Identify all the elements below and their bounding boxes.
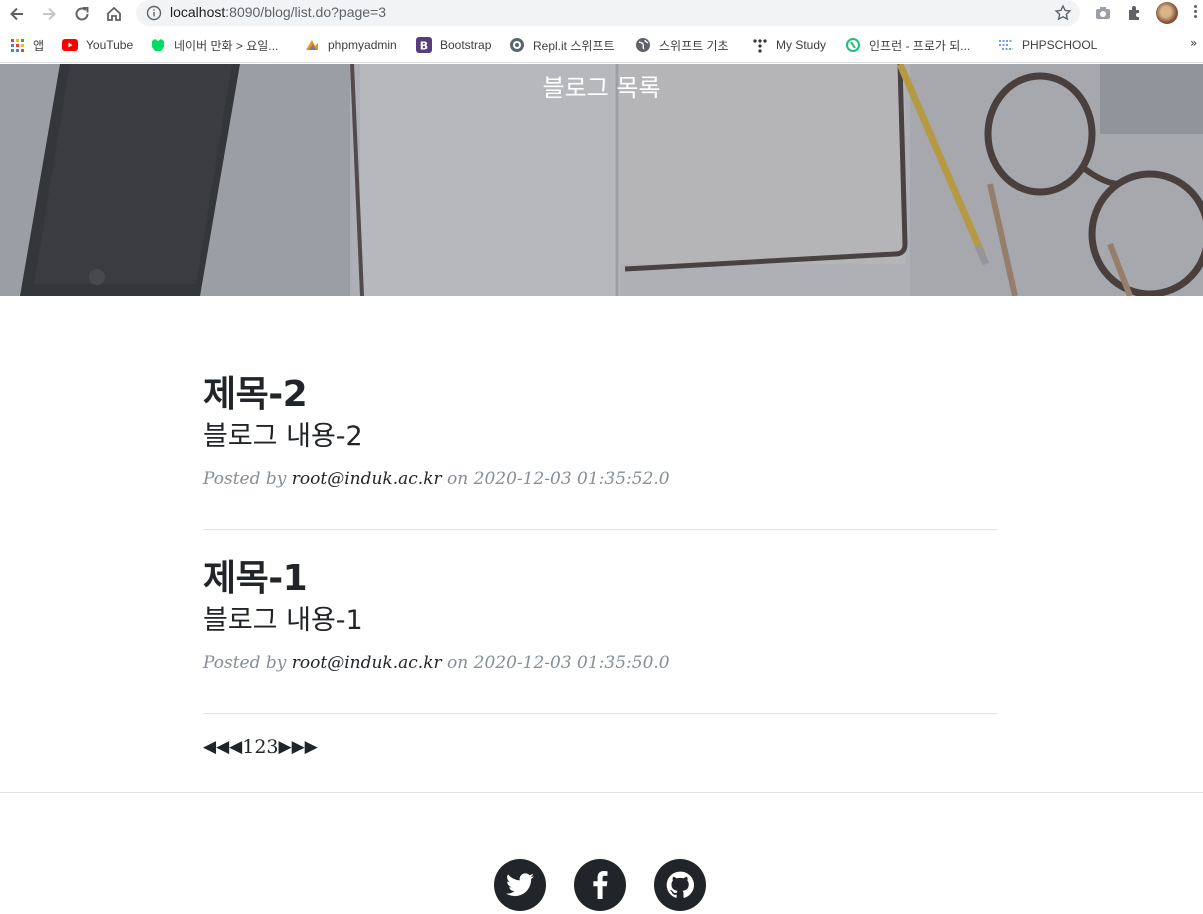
post-title[interactable]: 제목-1 xyxy=(203,558,998,600)
inflearn-icon xyxy=(845,37,861,53)
bookmark-label: 인프런 - 프로가 되... xyxy=(869,38,971,53)
on-label: on xyxy=(447,469,469,489)
post-subtitle[interactable]: 블로그 내용-2 xyxy=(203,420,998,454)
forward-button[interactable] xyxy=(37,2,61,26)
bookmark-label: Repl.it 스위프트 xyxy=(533,38,615,53)
post-preview[interactable]: 제목-2 블로그 내용-2 Posted by root@induk.ac.kr… xyxy=(203,374,998,490)
bookmark-replit[interactable]: Repl.it 스위프트 xyxy=(509,36,615,54)
bookmark-phpmyadmin[interactable]: phpmyadmin xyxy=(304,36,397,54)
url-text: localhost:8090/blog/list.do?page=3 xyxy=(170,4,386,20)
svg-text:B: B xyxy=(420,40,428,53)
phpschool-icon xyxy=(998,37,1014,53)
last-page-button[interactable]: ▶ xyxy=(305,737,318,757)
youtube-icon xyxy=(62,37,78,53)
bootstrap-icon: B xyxy=(416,37,432,53)
back-button[interactable] xyxy=(5,2,29,26)
url-path: :8090/blog/list.do?page=3 xyxy=(225,4,387,20)
bookmark-my-study[interactable]: My Study xyxy=(752,36,826,54)
extensions-puzzle-icon[interactable] xyxy=(1126,4,1144,22)
page-title: 블로그 목록 xyxy=(542,74,661,102)
phpmyadmin-icon xyxy=(304,37,320,53)
post-subtitle[interactable]: 블로그 내용-1 xyxy=(203,604,998,638)
camera-extension-icon[interactable] xyxy=(1094,4,1112,22)
header-hero: 블로그 목록 xyxy=(0,64,1203,296)
posted-by-label: Posted by xyxy=(203,653,287,673)
posted-by-label: Posted by xyxy=(203,469,287,489)
page-link-1[interactable]: 1 xyxy=(242,736,254,758)
replit-icon xyxy=(509,37,525,53)
post-date: 2020-12-03 01:35:52.0 xyxy=(473,469,670,489)
info-icon[interactable] xyxy=(146,5,162,21)
bookmark-inflearn[interactable]: 인프런 - 프로가 되... xyxy=(845,36,970,54)
bookmark-label: 앱 xyxy=(33,38,45,53)
bookmark-label: 네이버 만화 > 요일... xyxy=(174,38,279,53)
bookmark-phpschool[interactable]: PHPSCHOOL xyxy=(998,36,1097,54)
facebook-link[interactable] xyxy=(574,859,626,911)
post-author[interactable]: root@induk.ac.kr xyxy=(292,653,442,673)
bookmark-label: 스위프트 기초 xyxy=(659,38,729,53)
bookmark-naver-webtoon[interactable]: 네이버 만화 > 요일... xyxy=(150,36,278,54)
next-block-button[interactable]: ▶ xyxy=(292,737,305,757)
twitter-link[interactable] xyxy=(494,859,546,911)
post-divider xyxy=(203,529,998,530)
page-link-2[interactable]: 2 xyxy=(254,736,266,758)
bookmark-label: YouTube xyxy=(86,38,134,52)
footer-divider xyxy=(0,792,1203,793)
bookmarks-bar: 앱 YouTube 네이버 만화 > 요일... phpmyadmin B Bo… xyxy=(0,28,1203,63)
page-link-3[interactable]: 3 xyxy=(266,736,278,758)
bookmark-swift-basics[interactable]: 스위프트 기초 xyxy=(635,36,729,54)
github-link[interactable] xyxy=(654,859,706,911)
prev-block-button[interactable]: ◀ xyxy=(216,737,229,757)
post-preview[interactable]: 제목-1 블로그 내용-1 Posted by root@induk.ac.kr… xyxy=(203,558,998,674)
bookmark-label: Bootstrap xyxy=(440,38,492,52)
reload-button[interactable] xyxy=(70,2,94,26)
first-page-button[interactable]: ◀ xyxy=(203,737,216,757)
bookmark-apps[interactable]: 앱 xyxy=(9,36,44,54)
post-date: 2020-12-03 01:35:50.0 xyxy=(473,653,670,673)
prev-page-button[interactable]: ◀ xyxy=(229,737,242,757)
post-title[interactable]: 제목-2 xyxy=(203,374,998,416)
browser-menu-icon[interactable] xyxy=(1194,5,1198,20)
profile-avatar[interactable] xyxy=(1156,2,1178,24)
globe-icon xyxy=(635,37,651,53)
post-author[interactable]: root@induk.ac.kr xyxy=(292,469,442,489)
bookmark-bootstrap[interactable]: B Bootstrap xyxy=(416,36,491,54)
github-icon xyxy=(666,871,694,898)
address-bar[interactable]: localhost:8090/blog/list.do?page=3 xyxy=(136,0,1080,26)
home-icon xyxy=(107,6,121,21)
home-button[interactable] xyxy=(102,2,126,26)
browser-toolbar: localhost:8090/blog/list.do?page=3 xyxy=(0,0,1203,28)
bookmark-label: PHPSCHOOL xyxy=(1022,38,1098,52)
post-meta: Posted by root@induk.ac.kr on 2020-12-03… xyxy=(203,652,998,674)
dots-icon xyxy=(752,37,768,53)
pagination: ◀ ◀ ◀ 1 2 3 ▶ ▶ ▶ xyxy=(203,736,318,758)
facebook-icon xyxy=(593,871,608,899)
bookmark-label: phpmyadmin xyxy=(328,38,397,52)
post-meta: Posted by root@induk.ac.kr on 2020-12-03… xyxy=(203,468,998,490)
naver-webtoon-icon xyxy=(150,37,166,53)
next-page-button[interactable]: ▶ xyxy=(279,737,292,757)
bookmark-label: My Study xyxy=(776,38,827,52)
bookmark-star-icon[interactable] xyxy=(1054,4,1072,22)
reload-icon xyxy=(75,7,89,21)
bookmarks-overflow-button[interactable]: » xyxy=(1190,36,1197,50)
apps-grid-icon xyxy=(9,37,25,53)
twitter-icon xyxy=(506,873,534,897)
bookmark-youtube[interactable]: YouTube xyxy=(62,36,133,54)
post-divider xyxy=(203,713,998,714)
url-host: localhost xyxy=(170,4,226,20)
back-arrow-icon xyxy=(10,7,23,21)
on-label: on xyxy=(447,653,469,673)
forward-arrow-icon xyxy=(43,7,56,21)
